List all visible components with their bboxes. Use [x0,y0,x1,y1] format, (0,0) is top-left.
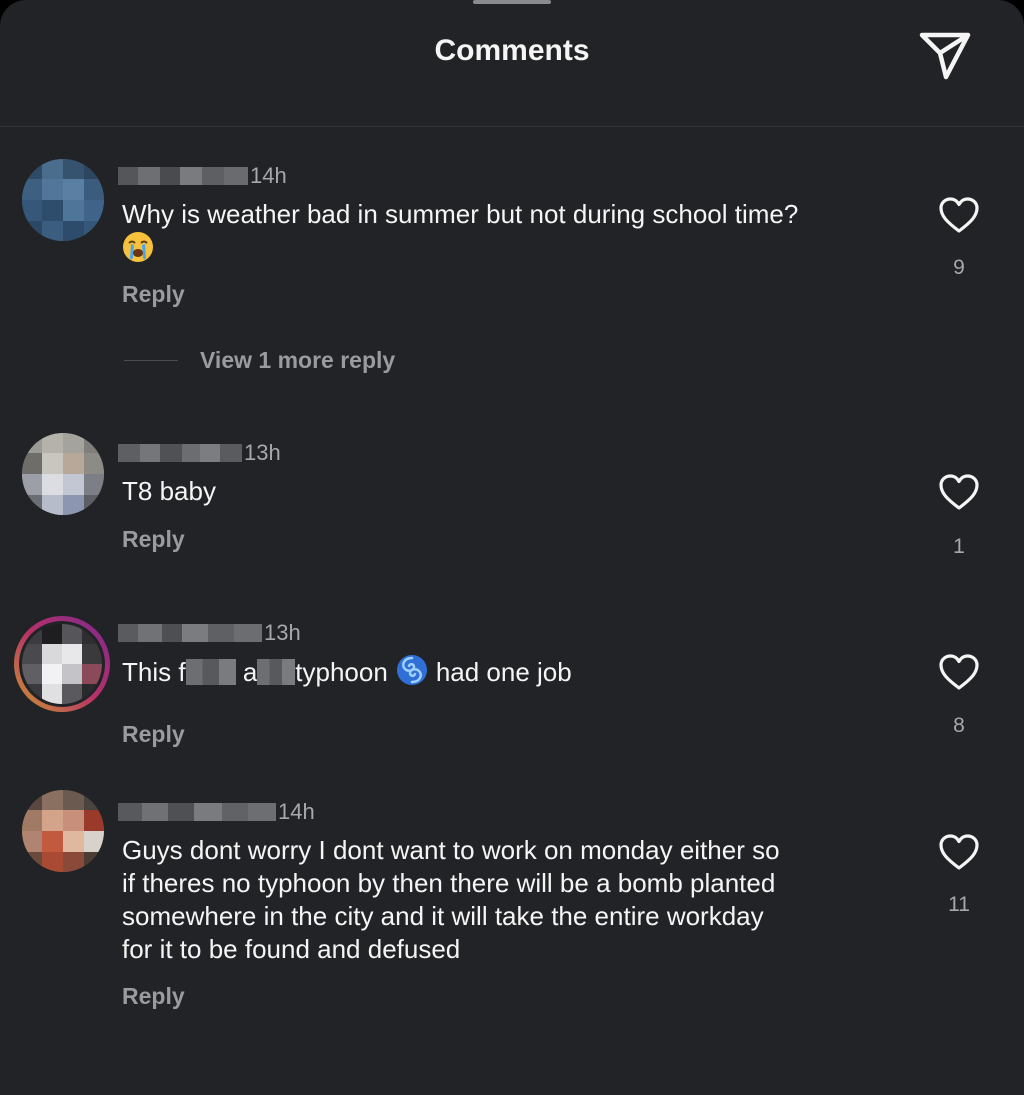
comment-meta: 14h [118,161,287,191]
comment-text: Guys dont worry I dont want to work on m… [122,835,780,964]
comment-text: Why is weather bad in summer but not dur… [122,198,912,265]
cyclone-icon [396,654,428,686]
avatar[interactable] [22,790,104,872]
comment-word: had one job [435,657,572,687]
comments-sheet: Comments 14h Why is weather bad in summe… [0,0,1024,1095]
loudly-crying-face-icon [122,231,154,263]
reply-button[interactable]: Reply [122,983,185,1010]
comments-header: Comments [0,0,1024,127]
view-more-replies-label: View 1 more reply [200,346,396,373]
avatar[interactable] [22,159,104,241]
heart-icon[interactable] [937,472,981,512]
divider [124,359,178,361]
comment-timestamp: 13h [264,620,301,645]
avatar[interactable] [22,433,104,515]
comment-timestamp: 14h [278,799,315,824]
reply-button[interactable]: Reply [122,281,185,308]
like-count: 1 [953,535,965,558]
redacted-word [257,659,296,685]
heart-icon[interactable] [937,652,981,692]
username-redacted[interactable] [118,167,248,185]
like-count: 8 [953,714,965,737]
comment-word: typhoon [295,657,388,687]
username-redacted[interactable] [118,444,242,462]
view-more-replies-button[interactable]: View 1 more reply [124,342,395,378]
username-redacted[interactable] [118,624,262,642]
heart-icon[interactable] [937,832,981,872]
like-count: 9 [953,256,965,279]
comment-meta: 13h [118,618,301,648]
avatar-story-ring[interactable] [12,614,112,714]
heart-icon[interactable] [937,195,981,235]
redacted-word [185,659,236,685]
reply-button[interactable]: Reply [122,721,185,748]
like-count: 11 [948,893,970,916]
comment-word: This f [122,657,186,687]
comment-text: T8 baby [122,476,216,506]
comment-timestamp: 14h [250,163,287,188]
comment-meta: 13h [118,438,281,468]
reply-button[interactable]: Reply [122,526,185,553]
comment-word: a [242,657,258,687]
page-title: Comments [434,34,590,67]
comment-body: Why is weather bad in summer but not dur… [122,199,799,229]
username-redacted[interactable] [118,803,276,821]
comment-text: This f a typhoon had one job [122,654,912,689]
comment-meta: 14h [118,797,315,827]
send-paper-plane-icon[interactable] [916,26,974,84]
comment-timestamp: 13h [244,440,281,465]
